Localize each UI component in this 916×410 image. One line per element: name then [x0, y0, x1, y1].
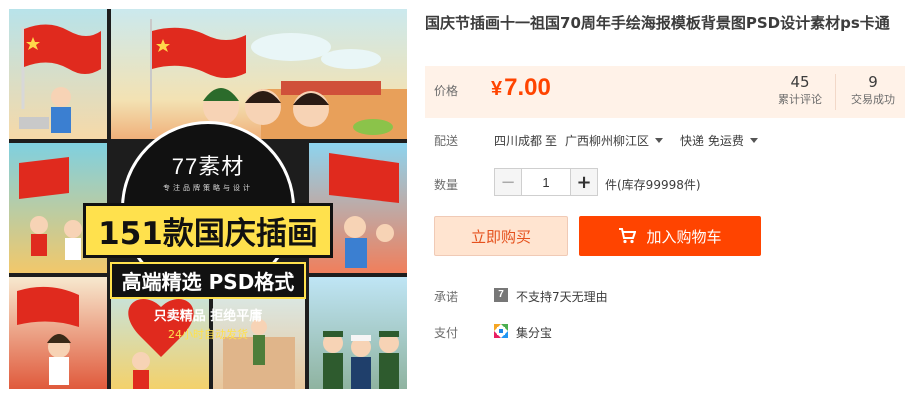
quantity-input[interactable] — [521, 169, 571, 195]
reviews-label: 累计评论 — [778, 93, 822, 106]
sales-label: 交易成功 — [851, 93, 895, 106]
buy-now-button[interactable]: 立即购买 — [434, 216, 568, 256]
price-value: ¥7.00 — [491, 74, 551, 102]
promise-label: 承诺 — [434, 290, 459, 304]
promo-subline: 高端精选 PSD格式 — [109, 262, 307, 299]
payment-label: 支付 — [434, 326, 459, 340]
promo-slogan: 只卖精品 拒绝平庸 — [153, 309, 263, 324]
brand-logo-text: 77素材 — [171, 154, 245, 179]
quantity-decrease-button[interactable]: − — [495, 169, 521, 195]
quantity-stepper: − + — [494, 168, 598, 196]
add-to-cart-button[interactable]: 加入购物车 — [579, 216, 761, 256]
promo-delivery-note: 24小时自动发货 — [168, 328, 248, 341]
ship-to-text: 广西柳州柳江区 — [565, 134, 650, 148]
sales-stat: 9 交易成功 — [841, 72, 905, 108]
jifenbao-icon — [494, 324, 508, 338]
price-label: 价格 — [434, 84, 459, 98]
quantity-label: 数量 — [434, 178, 459, 192]
payment-text: 集分宝 — [516, 326, 553, 340]
shipping-label: 配送 — [434, 134, 459, 148]
ship-to-word: 至 — [545, 134, 558, 148]
stock-text: 件(库存99998件) — [605, 178, 701, 192]
currency-symbol: ¥ — [491, 78, 503, 100]
price-amount: 7.00 — [504, 74, 551, 101]
cart-icon — [619, 228, 637, 244]
ship-method-selector[interactable]: 快递 免运费 — [680, 132, 758, 149]
chevron-down-icon — [655, 138, 664, 143]
price-box: 价格 ¥7.00 45 累计评论 9 交易成功 — [425, 66, 905, 118]
ship-to-selector[interactable]: 广西柳州柳江区 — [565, 132, 664, 149]
add-to-cart-label: 加入购物车 — [646, 227, 722, 246]
reviews-stat[interactable]: 45 累计评论 — [770, 72, 830, 108]
divider — [835, 74, 836, 110]
promo-badge: 77素材 专注品牌策略与设计 151款国庆插画 高端精选 PSD格式 只卖精品 … — [67, 121, 349, 341]
ship-from: 四川成都 — [494, 134, 543, 148]
product-title: 国庆节插画十一祖国70周年手绘海报模板背景图PSD设计素材ps卡通 — [425, 14, 890, 32]
ship-method-text: 快递 免运费 — [680, 134, 744, 148]
promo-headline: 151款国庆插画 — [83, 203, 333, 258]
illustration-tile — [9, 9, 107, 139]
no-7day-return-icon: 7 — [494, 288, 508, 302]
quantity-increase-button[interactable]: + — [571, 169, 597, 195]
promise-text[interactable]: 不支持7天无理由 — [516, 288, 608, 305]
chevron-down-icon — [749, 138, 758, 143]
brand-tagline: 专注品牌策略与设计 — [163, 184, 253, 192]
reviews-count: 45 — [790, 73, 810, 91]
illustration-tile — [111, 9, 407, 139]
sales-count: 9 — [868, 73, 878, 91]
product-main-image[interactable]: 77素材 专注品牌策略与设计 151款国庆插画 高端精选 PSD格式 只卖精品 … — [9, 9, 407, 389]
